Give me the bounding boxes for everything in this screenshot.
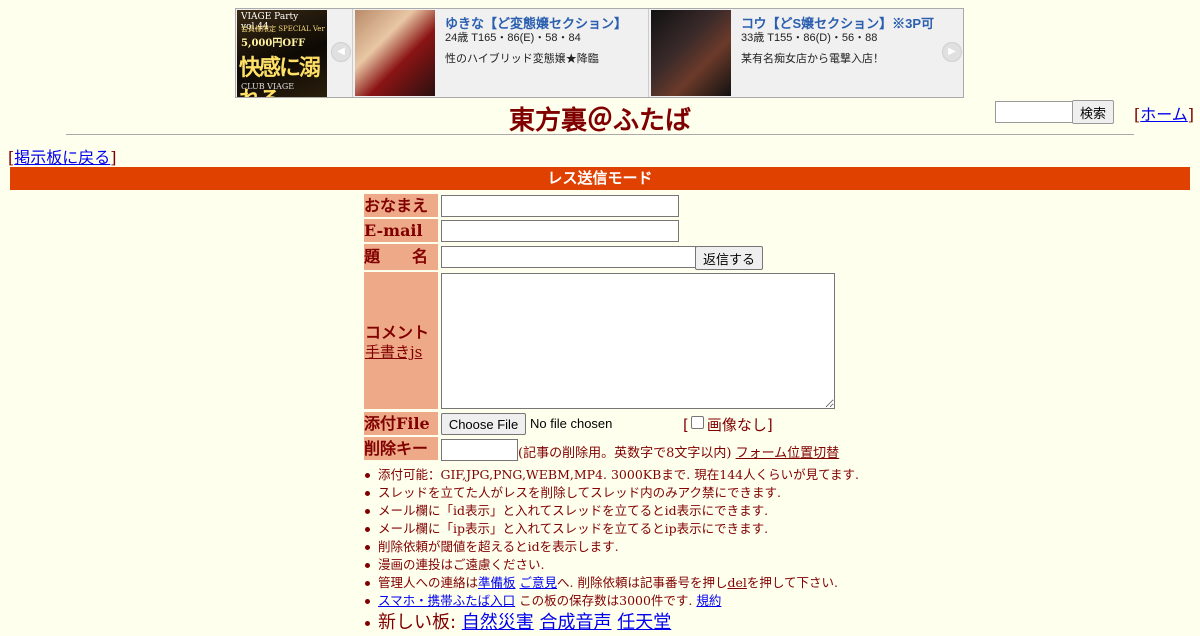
home-link[interactable]: ホーム [1140, 105, 1188, 124]
list-item: メール欄に「id表示」と入れてスレッドを立てるとid表示にできます. [362, 502, 859, 520]
list-item: スマホ・携帯ふたば入口 この板の保存数は3000件です. 規約 [362, 592, 859, 610]
list-item: 漫画の連投はご遠慮ください. [362, 556, 859, 574]
file-status: No file chosen [530, 416, 613, 431]
ad-logo-line: 5,000円OFF [241, 38, 306, 49]
handwrite-js-link[interactable]: 手書きjs [365, 341, 422, 362]
note-text: 削除依頼が閾値を超えるとidを表示します. [378, 539, 619, 554]
prep-board-link[interactable]: 準備板 [478, 575, 516, 590]
name-label: おなまえ [364, 194, 438, 217]
ad-card-spec: 24歳 T165・86(E)・58・84 [445, 32, 581, 44]
back-to-board-link[interactable]: 掲示板に戻る [14, 148, 110, 167]
ad-card[interactable]: ゆきな【ど変態嬢セクション】 24歳 T165・86(E)・58・84 性のハイ… [352, 9, 647, 97]
subject-label: 題 名 [364, 244, 438, 270]
ad-photo[interactable] [651, 10, 731, 96]
note-text: スレッドを立てた人がレスを削除してスレッド内のみアク禁にできます. [378, 485, 781, 500]
comment-textarea[interactable] [441, 273, 835, 409]
name-input[interactable] [441, 195, 679, 217]
bracket-close: ] [1187, 105, 1195, 124]
note-text: 漫画の連投はご遠慮ください. [378, 557, 545, 572]
note-text: メール欄に「ip表示」と入れてスレッドを立てるとip表示にできます. [378, 521, 769, 536]
comment-label-cell: コメント 手書きjs [364, 272, 438, 409]
list-item: 新しい板: 自然災害 合成音声 任天堂 [362, 610, 859, 636]
note-text: 管理人への連絡は [378, 575, 479, 590]
ad-card-spec: 33歳 T155・86(D)・56・88 [741, 32, 878, 44]
note-text: 添付可能：GIF,JPG,PNG,WEBM,MP4. 3000KBまで. 現在1… [378, 467, 859, 482]
no-image-checkbox[interactable] [690, 416, 704, 429]
ad-card-desc: 某有名痴女店から電撃入店！ [741, 53, 884, 65]
email-label: E-mail [364, 219, 438, 242]
ad-card[interactable]: コウ【どS嬢セクション】※3P可 33歳 T155・86(D)・56・88 某有… [648, 9, 941, 97]
subject-input[interactable] [441, 246, 696, 268]
email-input[interactable] [441, 220, 679, 242]
search-input[interactable] [995, 101, 1074, 123]
note-text: メール欄に「id表示」と入れてスレッドを立てるとid表示にできます. [378, 503, 769, 518]
terms-link[interactable]: 規約 [696, 593, 721, 608]
note-text: この板の保存数は3000件です. [515, 593, 697, 608]
form-position-toggle-link[interactable]: フォーム位置切替 [736, 446, 840, 461]
ad-photo[interactable] [355, 10, 435, 96]
home-link-wrap: [ホーム] [1134, 101, 1194, 125]
bracket-close: ] [110, 148, 117, 167]
del-link[interactable]: del [727, 575, 746, 590]
ad-banner[interactable]: VIAGE Party vol.44 会員様限定 SPECIAL Ver 5,0… [235, 8, 964, 98]
mobile-entrance-link[interactable]: スマホ・携帯ふたば入口 [378, 593, 515, 608]
ad-next-arrow-icon[interactable]: ▶ [942, 42, 962, 62]
ad-logo-line: CLUB VIAGE [241, 82, 295, 91]
ad-logo-line: 会員様限定 SPECIAL Ver [241, 25, 325, 33]
file-label: 添付File [364, 412, 438, 435]
delete-key-input[interactable] [441, 439, 518, 461]
delete-key-label: 削除キー [364, 437, 438, 460]
delete-key-note: (記事の削除用。英数字で8文字以内) フォーム位置切替 [518, 442, 839, 461]
list-item: 削除依頼が閾値を超えるとidを表示します. [362, 538, 859, 556]
reply-submit-button[interactable]: 返信する [695, 246, 763, 270]
no-image-option: [ 画像なし] [683, 414, 773, 435]
no-image-label: 画像なし] [706, 416, 773, 434]
note-text: を押して下さい. [746, 575, 838, 590]
feedback-link[interactable]: ご意見 [520, 575, 558, 590]
search-button[interactable]: 検索 [1072, 100, 1114, 124]
list-item: 添付可能：GIF,JPG,PNG,WEBM,MP4. 3000KBまで. 現在1… [362, 466, 859, 484]
back-link-wrap: [掲示板に戻る] [8, 144, 117, 168]
board-notes-list: 添付可能：GIF,JPG,PNG,WEBM,MP4. 3000KBまで. 現在1… [362, 466, 859, 636]
ad-prev-arrow-icon[interactable]: ◀ [331, 42, 351, 62]
note-text: へ. 削除依頼は記事番号を押し [557, 575, 728, 590]
bracket-open: [ [683, 416, 689, 434]
list-item: スレッドを立てた人がレスを削除してスレッド内のみアク禁にできます. [362, 484, 859, 502]
comment-label: コメント [365, 323, 430, 342]
ad-logo-image[interactable]: VIAGE Party vol.44 会員様限定 SPECIAL Ver 5,0… [237, 10, 327, 97]
reply-mode-banner: レス送信モード [10, 167, 1190, 190]
list-item: メール欄に「ip表示」と入れてスレッドを立てるとip表示にできます. [362, 520, 859, 538]
delete-key-hint: (記事の削除用。英数字で8文字以内) [518, 446, 732, 461]
header-divider [66, 134, 1134, 135]
list-item: 管理人への連絡は準備板 ご意見へ. 削除依頼は記事番号を押しdelを押して下さい… [362, 574, 859, 592]
file-choose-button[interactable]: Choose File [441, 413, 526, 435]
ad-card-desc: 性のハイブリッド変態嬢★降臨 [445, 53, 599, 65]
